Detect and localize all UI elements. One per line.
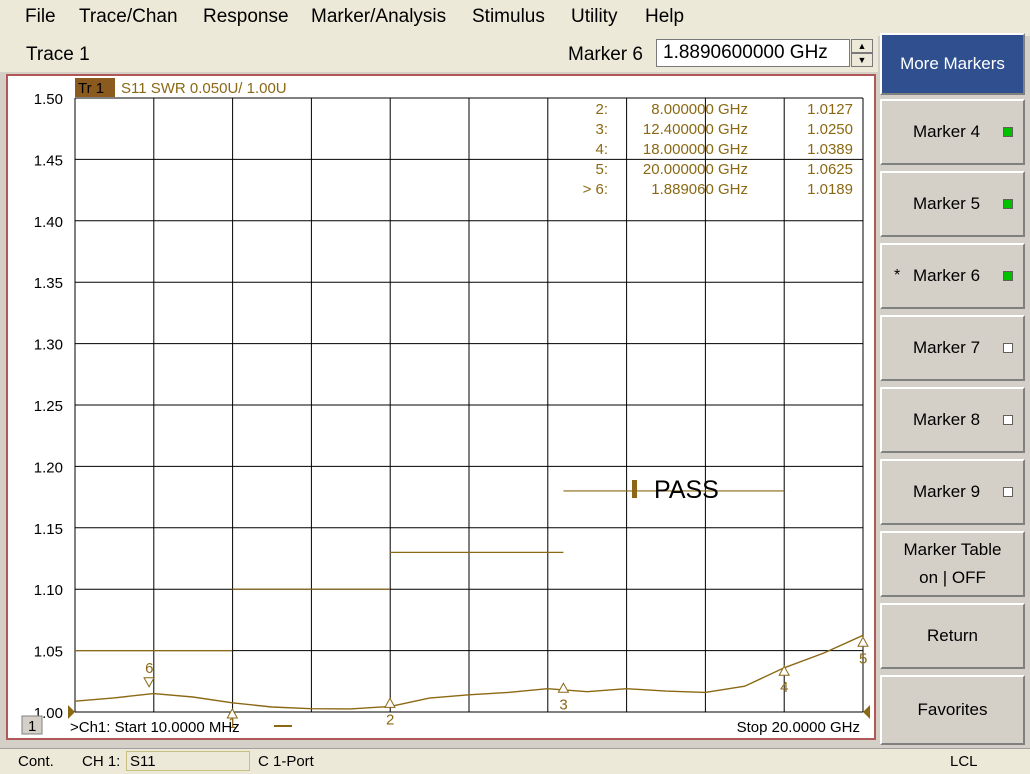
return-label: Return [926,626,979,645]
active-marker-star-icon: * [894,267,901,284]
marker-9-label: Marker 9 [912,482,981,501]
marker-frequency-input[interactable]: 1.8890600000 GHz [656,39,850,67]
trace-badge: Tr 1 [78,80,104,97]
readout-marker-label: 4: [595,141,608,158]
marker-8-off-icon [1003,415,1013,425]
swr-chart: Tr 1 S11 SWR 0.050U/ 1.00U 1.50 1.45 1.40 1.3… [21,78,870,736]
y-tick-label: 1.30 [34,337,63,354]
readout-frequency: 1.889060 GHz [651,181,748,198]
marker-8-label: Marker 8 [912,410,981,429]
marker-5-on-icon [1003,199,1013,209]
favorites-label: Favorites [917,700,988,719]
readout-value: 1.0127 [807,101,853,118]
marker-9-off-icon [1003,487,1013,497]
marker-table-label: Marker Table [903,540,1002,559]
marker-4-button[interactable]: Marker 4 [880,99,1025,165]
readout-marker-label: 3: [595,121,608,138]
menu-stimulus[interactable]: Stimulus [472,6,545,28]
marker-table-state: on | OFF [919,568,986,587]
trace-header: S11 SWR 0.050U/ 1.00U [121,80,287,97]
spin-down-icon[interactable]: ▼ [851,53,873,67]
y-tick-label: 1.50 [34,91,63,108]
readout-frequency: 18.000000 GHz [643,141,748,158]
return-button[interactable]: Return [880,603,1025,669]
marker-3-triangle-icon [557,682,570,693]
marker-7-off-icon [1003,343,1013,353]
readout-value: 1.0189 [807,181,853,198]
marker-5-triangle-icon [857,636,869,647]
favorites-button[interactable]: Favorites [880,675,1025,745]
marker-8-button[interactable]: Marker 8 [880,387,1025,453]
marker-7-label: Marker 7 [912,338,981,357]
marker-6-label: 6 [145,660,153,677]
marker-2-triangle-icon [384,697,396,708]
readout-value: 1.0389 [807,141,853,158]
channel-indicator: CH 1: [82,753,121,770]
marker-6-on-icon [1003,271,1013,281]
menu-file[interactable]: File [25,6,56,28]
y-tick-label: 1.05 [34,644,63,661]
marker-2-label: 2 [386,711,394,728]
menu-trace-chan[interactable]: Trace/Chan [79,6,178,28]
pass-indicator-icon [632,480,637,498]
y-tick-label: 1.10 [34,582,63,599]
marker-frequency-stepper[interactable]: ▲ ▼ [851,39,873,67]
readout-marker-label: 2: [595,101,608,118]
sweep-mode[interactable]: Cont. [18,753,54,770]
marker-4-on-icon [1003,127,1013,137]
readout-frequency: 12.400000 GHz [643,121,748,138]
y-tick-label: 1.35 [34,275,63,292]
limit-test-result: PASS [654,476,719,504]
readout-frequency: 8.000000 GHz [651,101,748,118]
marker-5-button[interactable]: Marker 5 [880,171,1025,237]
readout-marker-label: 5: [595,161,608,178]
stop-arrow-icon [863,705,870,719]
readout-value: 1.0625 [807,161,853,178]
y-tick-label: 1.15 [34,521,63,538]
measurement-window: Tr 1 S11 SWR 0.050U/ 1.00U 1.50 1.45 1.40 1.3… [6,74,876,740]
readout-marker-label: > 6: [583,181,608,198]
measurement-parameter: S11 [130,753,156,770]
marker-9-button[interactable]: Marker 9 [880,459,1025,525]
marker-6-triangle-icon [143,677,155,688]
menu-utility[interactable]: Utility [571,6,617,28]
readout-value: 1.0250 [807,121,853,138]
trace-title: Trace 1 [26,44,90,65]
marker-6-label: Marker 6 [912,266,981,285]
menu-help[interactable]: Help [645,6,684,28]
spin-up-icon[interactable]: ▲ [851,39,873,53]
calibration-status: C 1-Port [258,753,314,770]
marker-6-button[interactable]: * Marker 6 [880,243,1025,309]
marker-4-label: Marker 4 [912,122,981,141]
marker-4-label: 4 [780,679,788,696]
y-tick-label: 1.25 [34,398,63,415]
marker-table-toggle[interactable]: Marker Table on | OFF [880,531,1025,597]
stop-frequency-label: Stop 20.0000 GHz [737,719,860,736]
readout-frequency: 20.000000 GHz [643,161,748,178]
menu-marker-analysis[interactable]: Marker/Analysis [311,6,446,28]
y-tick-label: 1.20 [34,459,63,476]
marker-7-button[interactable]: Marker 7 [880,315,1025,381]
menu-response[interactable]: Response [203,6,289,28]
marker-5-label: 5 [859,650,867,667]
start-frequency-label: >Ch1: Start 10.0000 MHz [70,719,240,736]
marker-3-label: 3 [559,696,567,713]
status-bar: Cont. CH 1: S11 C 1-Port LCL [0,748,1030,774]
y-tick-label: 1.45 [34,152,63,169]
marker-4-triangle-icon [778,665,791,676]
y-tick-label: 1.40 [34,214,63,231]
local-indicator: LCL [950,753,978,770]
channel-number: 1 [28,718,36,735]
more-markers-button[interactable]: More Markers [880,33,1025,95]
more-markers-label: More Markers [900,54,1005,73]
active-marker-label: Marker 6 [568,44,643,65]
menu-bar: File Trace/Chan Response Marker/Analysis… [0,0,1030,36]
start-arrow-icon [68,705,75,719]
marker-5-label: Marker 5 [912,194,981,213]
